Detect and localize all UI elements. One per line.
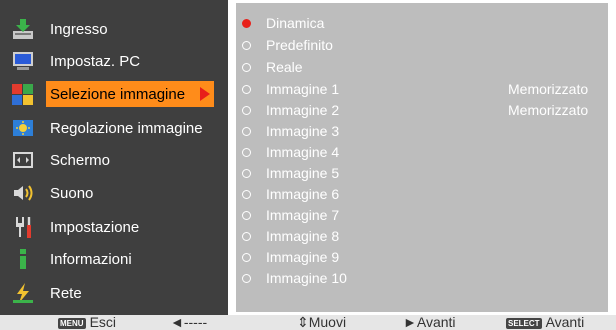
- image-adjust-icon: [10, 116, 36, 140]
- radio-icon: [242, 85, 251, 94]
- option-reale[interactable]: Reale: [236, 58, 608, 79]
- option-status: Memorizzato: [508, 81, 589, 97]
- menu-label: Rete: [50, 284, 82, 302]
- option-label: Immagine 7: [266, 207, 340, 223]
- option-label: Immagine 1: [266, 81, 340, 97]
- menu-label: Schermo: [50, 151, 111, 169]
- menu-item-suono[interactable]: Suono: [0, 178, 228, 208]
- back-hint: ◄-----: [170, 315, 208, 330]
- option-label: Immagine 2: [266, 102, 340, 118]
- option-immagine-1[interactable]: Immagine 1 Memorizzato: [236, 80, 608, 101]
- option-label: Immagine 4: [266, 144, 340, 160]
- option-immagine-3[interactable]: Immagine 3: [236, 122, 608, 143]
- option-immagine-8[interactable]: Immagine 8: [236, 227, 608, 248]
- key-guide-bar: MENU Esci ◄----- ⇕Muovi ►Avanti SELECT Ava…: [0, 315, 616, 330]
- picture-mode-options-panel: Dinamica Predefinito Reale Immagine 1 Me…: [236, 3, 608, 312]
- menu-item-schermo[interactable]: Schermo: [0, 145, 228, 175]
- exit-label: Esci: [89, 315, 117, 330]
- menu-label: Impostazione: [50, 218, 140, 236]
- radio-icon: [242, 41, 251, 50]
- option-dinamica[interactable]: Dinamica: [236, 14, 608, 35]
- menu-item-informazioni[interactable]: Informazioni: [0, 244, 228, 274]
- menu-label: Suono: [50, 184, 94, 202]
- radio-icon: [242, 127, 251, 136]
- settings-tools-icon: [10, 215, 36, 239]
- menu-label: Regolazione immagine: [50, 119, 203, 137]
- option-immagine-4[interactable]: Immagine 4: [236, 143, 608, 164]
- exit-hint: MENU Esci: [58, 315, 116, 330]
- radio-icon: [242, 274, 251, 283]
- option-immagine-7[interactable]: Immagine 7: [236, 206, 608, 227]
- menu-label: Informazioni: [50, 250, 132, 268]
- screen-icon: [10, 148, 36, 172]
- radio-icon: [242, 211, 251, 220]
- option-label: Immagine 5: [266, 165, 340, 181]
- option-label: Immagine 10: [266, 270, 347, 286]
- input-icon: [10, 17, 36, 41]
- option-label: Immagine 3: [266, 123, 340, 139]
- menu-label: Impostaz. PC: [50, 52, 141, 70]
- radio-selected-icon: [242, 19, 251, 28]
- radio-icon: [242, 232, 251, 241]
- radio-icon: [242, 63, 251, 72]
- radio-icon: [242, 169, 251, 178]
- menu-item-impostaz-pc[interactable]: Impostaz. PC: [0, 46, 228, 76]
- option-immagine-9[interactable]: Immagine 9: [236, 248, 608, 269]
- network-icon: [10, 281, 36, 305]
- option-label: Dinamica: [266, 15, 325, 31]
- option-predefinito[interactable]: Predefinito: [236, 36, 608, 57]
- select-key-badge: SELECT: [506, 317, 542, 329]
- image-select-icon: [10, 82, 36, 106]
- menu-key-badge: MENU: [58, 317, 86, 329]
- menu-item-rete[interactable]: Rete: [0, 278, 228, 308]
- option-label: Immagine 9: [266, 249, 340, 265]
- option-label: Predefinito: [266, 37, 333, 53]
- info-icon: [10, 247, 36, 271]
- select-label: Avanti: [545, 315, 585, 330]
- move-hint: ⇕Muovi: [297, 315, 347, 330]
- menu-item-selezione-immagine[interactable]: Selezione immagine: [0, 79, 228, 109]
- projector-osd-menu: Ingresso Impostaz. PC Selezione immagine…: [0, 0, 616, 330]
- radio-icon: [242, 253, 251, 262]
- option-label: Reale: [266, 59, 303, 75]
- radio-icon: [242, 190, 251, 199]
- menu-label: Selezione immagine: [50, 85, 186, 103]
- main-menu-panel: Ingresso Impostaz. PC Selezione immagine…: [0, 0, 228, 315]
- pc-monitor-icon: [10, 49, 36, 73]
- submenu-arrow-icon: [200, 87, 210, 101]
- menu-item-ingresso[interactable]: Ingresso: [0, 14, 228, 44]
- select-hint: SELECT Avanti: [506, 315, 584, 330]
- radio-icon: [242, 148, 251, 157]
- next-hint: ►Avanti: [403, 315, 456, 330]
- option-immagine-6[interactable]: Immagine 6: [236, 185, 608, 206]
- menu-item-impostazione[interactable]: Impostazione: [0, 212, 228, 242]
- option-status: Memorizzato: [508, 102, 589, 118]
- menu-label: Ingresso: [50, 20, 108, 38]
- option-label: Immagine 8: [266, 228, 340, 244]
- option-immagine-10[interactable]: Immagine 10: [236, 269, 608, 290]
- option-label: Immagine 6: [266, 186, 340, 202]
- speaker-icon: [10, 181, 36, 205]
- option-immagine-2[interactable]: Immagine 2 Memorizzato: [236, 101, 608, 122]
- menu-item-regolazione-immagine[interactable]: Regolazione immagine: [0, 113, 228, 143]
- option-immagine-5[interactable]: Immagine 5: [236, 164, 608, 185]
- radio-icon: [242, 106, 251, 115]
